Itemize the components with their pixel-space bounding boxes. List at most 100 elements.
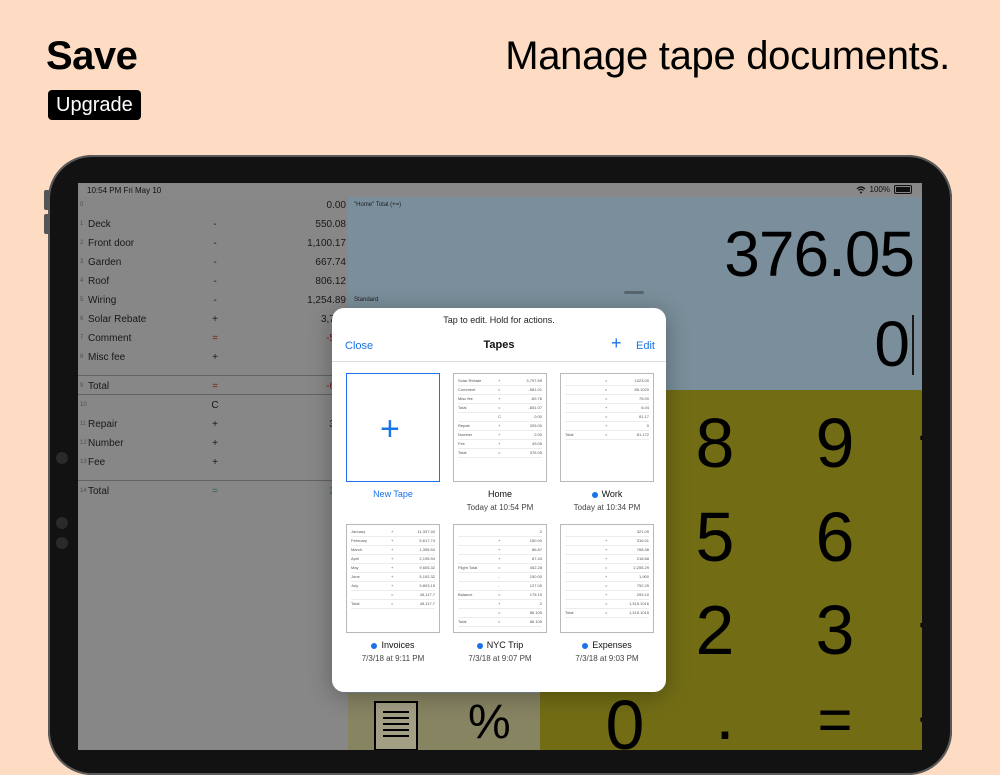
tape-card-date: 7/3/18 at 9:07 PM bbox=[468, 654, 532, 663]
thumbnail-operator: × bbox=[605, 387, 608, 392]
thumbnail-value: 376.05 bbox=[529, 450, 542, 455]
thumbnail-row: = 1023.00 bbox=[565, 377, 649, 386]
thumbnail-row: July +9,803.15 bbox=[351, 582, 435, 591]
thumbnail-row: = 81.17 bbox=[565, 413, 649, 422]
thumbnail-operator: = bbox=[498, 592, 501, 597]
thumbnail-value: 2 bbox=[539, 601, 542, 606]
thumbnail-label: July bbox=[351, 583, 359, 588]
thumbnail-value: 11,337.40 bbox=[417, 529, 436, 534]
tape-thumbnail[interactable]: Solar Rebate +3,797.69 Comment = -581.01 Misc… bbox=[453, 373, 547, 482]
tape-thumbnail[interactable]: 321.09 +316.01 +768.38 +218.68 = 2,255.29 +1,9… bbox=[560, 524, 654, 633]
thumbnail-operator: = bbox=[391, 601, 394, 606]
thumbnail-label: Total bbox=[458, 405, 467, 410]
thumbnail-value: 127.09 bbox=[529, 583, 542, 588]
thumbnail-row: +2 bbox=[458, 600, 542, 609]
status-dot-icon bbox=[371, 642, 378, 649]
thumbnail-label: May bbox=[351, 565, 359, 570]
thumbnail-row: +87.43 bbox=[458, 555, 542, 564]
thumbnail-row: Repair +325.00 bbox=[458, 422, 542, 431]
tape-card-name[interactable]: NYC Trip bbox=[443, 640, 557, 650]
thumbnail-label: Comment bbox=[458, 387, 476, 392]
add-tape-icon[interactable]: + bbox=[611, 334, 622, 352]
thumbnail-row: Comment = -581.01 bbox=[458, 386, 542, 395]
thumbnail-operator: = bbox=[498, 387, 501, 392]
thumbnail-operator: = bbox=[605, 396, 608, 401]
thumbnail-value: 293.10 bbox=[636, 592, 649, 597]
tape-thumbnail[interactable]: 2 +150.00 +86.87 +87.43 Flight Total = 452.28-… bbox=[453, 524, 547, 633]
thumbnail-operator: = bbox=[605, 565, 608, 570]
thumbnail-row: March +1,395.54 bbox=[351, 546, 435, 555]
thumbnail-row: +218.68 bbox=[565, 555, 649, 564]
thumbnail-value: 6.04 bbox=[641, 405, 649, 410]
thumbnail-value: 1023.00 bbox=[634, 378, 649, 383]
thumbnail-operator: = bbox=[498, 405, 501, 410]
thumbnail-row: +1,900 bbox=[565, 573, 649, 582]
thumbnail-row: Solar Rebate +3,797.69 bbox=[458, 377, 542, 386]
tape-thumbnail[interactable]: = 1023.00 × 85.1020 = 75.00 +6.04 = 81.17 +0 Total… bbox=[560, 373, 654, 482]
tape-card-name[interactable]: Invoices bbox=[336, 640, 450, 650]
thumbnail-label: Total bbox=[458, 619, 467, 624]
thumbnail-row: = 1,315.1016 bbox=[565, 600, 649, 609]
tapes-popover: Tap to edit. Hold for actions. Close Tap… bbox=[332, 308, 666, 692]
thumbnail-value: 1,395.54 bbox=[419, 547, 435, 552]
thumbnail-value: 5,192.32 bbox=[419, 574, 435, 579]
thumbnail-value: 768.38 bbox=[636, 547, 649, 552]
thumbnail-value: 0.00 bbox=[534, 414, 542, 419]
status-dot-icon bbox=[591, 491, 598, 498]
tape-card-date: Today at 10:34 PM bbox=[573, 503, 641, 512]
thumbnail-value: 325.00 bbox=[529, 423, 542, 428]
tape-card-name[interactable]: Work bbox=[550, 489, 664, 499]
thumbnail-label: Repair bbox=[458, 423, 470, 428]
thumbnail-value: 5,617.74 bbox=[419, 538, 435, 543]
thumbnail-operator: + bbox=[605, 405, 608, 410]
thumbnail-operator: + bbox=[498, 547, 501, 552]
thumbnail-label: Misc fee bbox=[458, 396, 473, 401]
tape-card-name[interactable]: Home bbox=[443, 489, 557, 499]
thumbnail-value: 2 bbox=[539, 529, 542, 534]
thumbnail-value: 86.105 bbox=[529, 619, 542, 624]
tape-card-date: 7/3/18 at 9:03 PM bbox=[575, 654, 639, 663]
new-tape-thumbnail[interactable]: + bbox=[346, 373, 440, 482]
thumbnail-value: 86.105 bbox=[529, 610, 542, 615]
thumbnail-value: 81.17 bbox=[638, 414, 649, 419]
thumbnail-value: 752.29 bbox=[636, 583, 649, 588]
tape-card-name[interactable]: New Tape bbox=[336, 489, 450, 499]
tape-thumbnail[interactable]: January +11,337.40 February +5,617.74 March +… bbox=[346, 524, 440, 633]
thumbnail-row: Total = 86.105 bbox=[458, 618, 542, 627]
status-dot-icon bbox=[582, 642, 589, 649]
thumbnail-label: January bbox=[351, 529, 366, 534]
thumbnail-row: = 2,255.29 bbox=[565, 564, 649, 573]
thumbnail-operator: - bbox=[498, 583, 500, 588]
thumbnail-operator: = bbox=[391, 592, 394, 597]
thumbnail-operator: + bbox=[605, 574, 608, 579]
thumbnail-label: June bbox=[351, 574, 360, 579]
thumbnail-operator: + bbox=[498, 378, 501, 383]
thumbnail-value: -69.78 bbox=[530, 396, 542, 401]
thumbnail-label: Total bbox=[565, 432, 574, 437]
thumbnail-row: = 752.29 bbox=[565, 582, 649, 591]
camera-dot bbox=[56, 537, 68, 549]
thumbnail-operator: C bbox=[498, 414, 501, 419]
thumbnail-label: Total bbox=[458, 450, 467, 455]
edit-button[interactable]: Edit bbox=[636, 340, 655, 352]
thumbnail-row: C 0.00 bbox=[458, 413, 542, 422]
side-button bbox=[44, 190, 50, 210]
thumbnail-value: 75.00 bbox=[638, 396, 649, 401]
thumbnail-label: Balance bbox=[458, 592, 473, 597]
thumbnail-operator: = bbox=[605, 610, 608, 615]
thumbnail-operator: = bbox=[498, 565, 501, 570]
thumbnail-value: 1,315.1015 bbox=[628, 610, 649, 615]
thumbnail-operator: = bbox=[498, 610, 501, 615]
tape-card-name[interactable]: Expenses bbox=[550, 640, 664, 650]
thumbnail-row: +768.38 bbox=[565, 546, 649, 555]
thumbnail-row: = 86.105 bbox=[458, 609, 542, 618]
thumbnail-row: Total = 45,117.7 bbox=[351, 600, 435, 609]
thumbnail-operator: = bbox=[605, 414, 608, 419]
upgrade-badge[interactable]: Upgrade bbox=[48, 90, 141, 120]
thumbnail-value: 1,900 bbox=[638, 574, 649, 579]
thumbnail-value: 150.00 bbox=[529, 538, 542, 543]
thumbnail-label: February bbox=[351, 538, 368, 543]
thumbnail-value: 45,117.7 bbox=[419, 601, 435, 606]
side-button bbox=[44, 214, 50, 234]
page-title: Save bbox=[46, 34, 138, 78]
